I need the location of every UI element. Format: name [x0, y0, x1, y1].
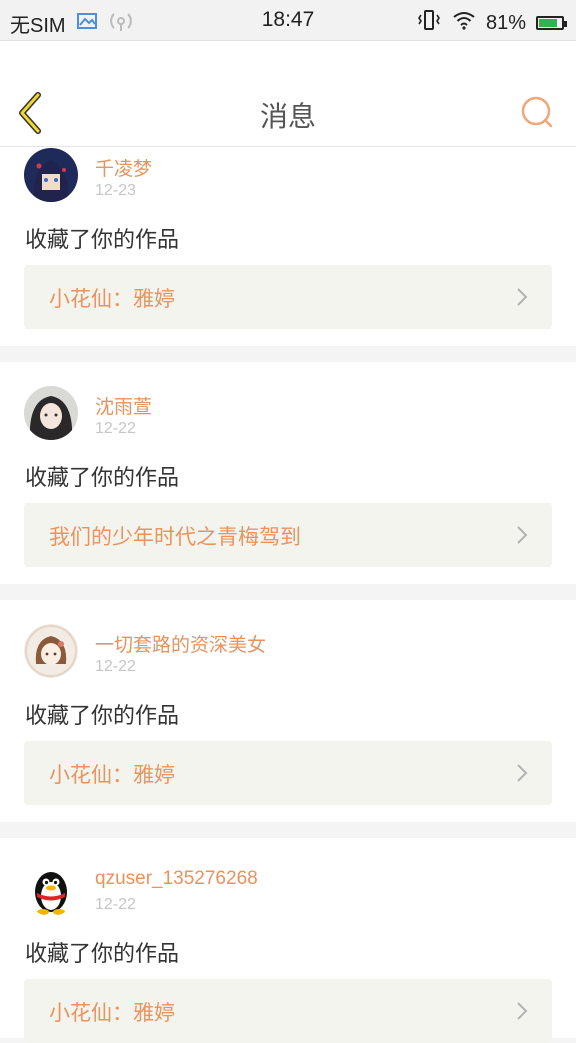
navigation-header: 消息 — [0, 41, 576, 147]
message-card: 沈雨萱 12-22 收藏了你的作品 我们的少年时代之青梅驾到 — [0, 362, 576, 584]
search-icon[interactable] — [520, 95, 554, 129]
message-action: 收藏了你的作品 — [25, 942, 180, 967]
message-action: 收藏了你的作品 — [25, 466, 180, 491]
work-title: 小花仙：雅婷 — [49, 763, 175, 787]
chevron-right-icon — [517, 288, 528, 306]
work-title: 小花仙：雅婷 — [49, 1001, 175, 1025]
battery-percent: 81% — [485, 11, 526, 34]
battery-icon — [536, 16, 567, 30]
message-card: 一切套路的资深美女 12-22 收藏了你的作品 小花仙：雅婷 — [0, 600, 576, 822]
work-title: 小花仙：雅婷 — [49, 287, 175, 311]
user-name[interactable]: 沈雨萱 — [95, 392, 152, 419]
user-name[interactable]: qzuser_135276268 — [95, 868, 258, 890]
avatar[interactable] — [24, 862, 78, 916]
wifi-icon — [452, 10, 476, 36]
message-action: 收藏了你的作品 — [25, 704, 180, 729]
avatar[interactable] — [24, 386, 78, 440]
vibrate-icon — [416, 9, 442, 37]
message-card: 千凌梦 12-23 收藏了你的作品 小花仙：雅婷 — [0, 147, 576, 346]
status-bar: 无SIM 18:47 81% — [0, 0, 576, 41]
avatar[interactable] — [24, 148, 78, 202]
work-link[interactable]: 小花仙：雅婷 — [24, 741, 552, 805]
work-link[interactable]: 我们的少年时代之青梅驾到 — [24, 503, 552, 567]
chevron-right-icon — [517, 764, 528, 782]
user-name[interactable]: 千凌梦 — [95, 154, 152, 181]
avatar[interactable] — [24, 624, 78, 678]
message-list: 千凌梦 12-23 收藏了你的作品 小花仙：雅婷 沈雨萱 12-22 收藏了你的… — [0, 147, 576, 1043]
message-date: 12-23 — [95, 182, 136, 199]
message-date: 12-22 — [95, 658, 136, 675]
work-link[interactable]: 小花仙：雅婷 — [24, 979, 552, 1043]
page-title: 消息 — [259, 100, 316, 133]
message-action: 收藏了你的作品 — [25, 228, 180, 253]
work-title: 我们的少年时代之青梅驾到 — [49, 525, 301, 549]
user-name[interactable]: 一切套路的资深美女 — [95, 630, 266, 657]
chevron-right-icon — [517, 526, 528, 544]
message-card: qzuser_135276268 12-22 收藏了你的作品 小花仙：雅婷 — [0, 838, 576, 1043]
chevron-right-icon — [517, 1002, 528, 1020]
work-link[interactable]: 小花仙：雅婷 — [24, 265, 552, 329]
status-right: 81% — [416, 9, 567, 37]
message-date: 12-22 — [95, 420, 136, 437]
message-date: 12-22 — [95, 896, 136, 913]
